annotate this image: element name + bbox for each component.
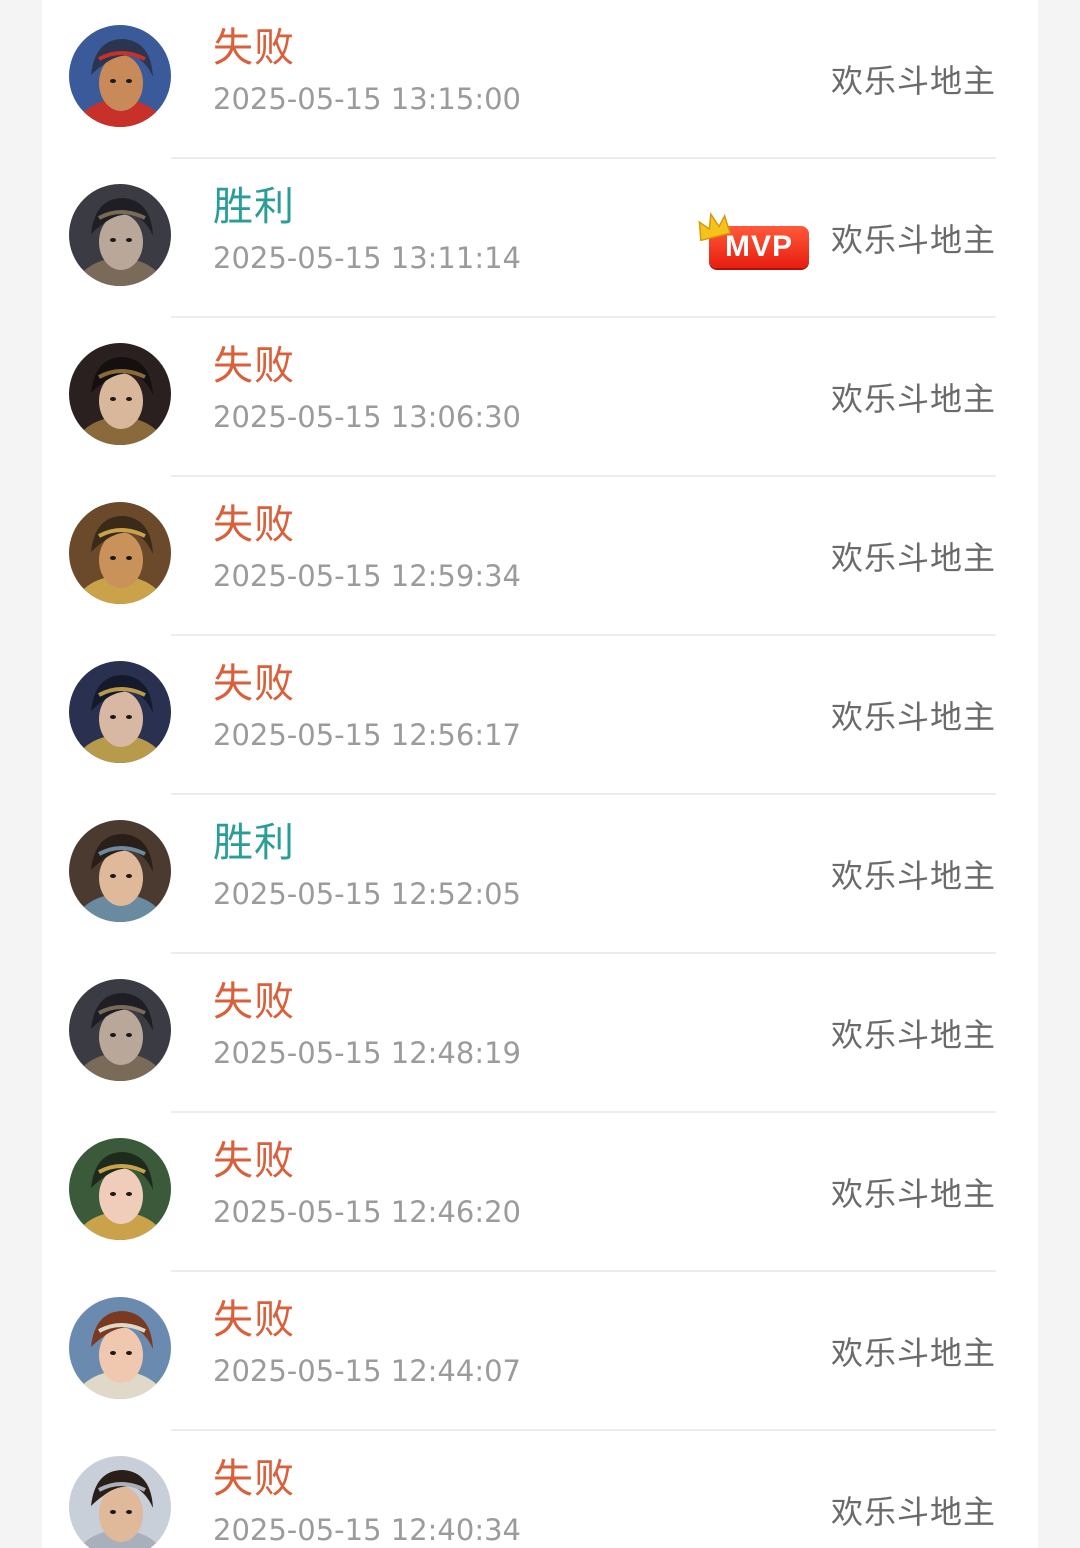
match-record-row[interactable]: 失败 2025-05-15 12:56:17 欢乐斗地主 — [42, 636, 1038, 795]
match-time: 2025-05-15 12:44:07 — [213, 1354, 521, 1388]
match-time: 2025-05-15 12:40:34 — [213, 1513, 521, 1547]
crowned-strategist-avatar — [69, 661, 171, 763]
game-mode-label: 欢乐斗地主 — [830, 1334, 996, 1372]
match-result: 胜利 — [213, 820, 295, 866]
match-result: 失败 — [213, 343, 295, 389]
match-record-row[interactable]: 失败 2025-05-15 13:15:00 欢乐斗地主 — [42, 0, 1038, 159]
green-robed-lady-avatar — [69, 1138, 171, 1240]
match-time: 2025-05-15 12:56:17 — [213, 718, 521, 752]
match-time: 2025-05-15 13:15:00 — [213, 82, 521, 116]
match-record-row[interactable]: 胜利 2025-05-15 13:11:14 MVP 欢乐斗地主 — [42, 159, 1038, 318]
match-record-row[interactable]: 失败 2025-05-15 12:46:20 欢乐斗地主 — [42, 1113, 1038, 1272]
match-result: 失败 — [213, 979, 295, 1025]
game-mode-label: 欢乐斗地主 — [830, 221, 996, 259]
long-hair-scholar-avatar — [69, 343, 171, 445]
auburn-hair-lady-avatar — [69, 1297, 171, 1399]
match-history-list: 失败 2025-05-15 13:15:00 欢乐斗地主 胜利 2025-05-15 1… — [42, 0, 1038, 1548]
warrior-red-headband-avatar — [69, 25, 171, 127]
game-mode-label: 欢乐斗地主 — [830, 1016, 996, 1054]
game-mode-label: 欢乐斗地主 — [830, 62, 996, 100]
match-record-row[interactable]: 失败 2025-05-15 12:59:34 欢乐斗地主 — [42, 477, 1038, 636]
match-time: 2025-05-15 12:59:34 — [213, 559, 521, 593]
match-result: 失败 — [213, 502, 295, 548]
match-result: 失败 — [213, 1297, 295, 1343]
game-mode-label: 欢乐斗地主 — [830, 539, 996, 577]
game-mode-label: 欢乐斗地主 — [830, 698, 996, 736]
game-mode-label: 欢乐斗地主 — [830, 1175, 996, 1213]
match-record-row[interactable]: 胜利 2025-05-15 12:52:05 欢乐斗地主 — [42, 795, 1038, 954]
match-time: 2025-05-15 12:52:05 — [213, 877, 521, 911]
dark-armored-general-avatar — [69, 184, 171, 286]
match-time: 2025-05-15 13:11:14 — [213, 241, 521, 275]
match-result: 失败 — [213, 1456, 295, 1502]
match-result: 失败 — [213, 661, 295, 707]
match-time: 2025-05-15 12:46:20 — [213, 1195, 521, 1229]
mvp-badge: MVP — [695, 211, 811, 271]
smiling-youth-avatar — [69, 820, 171, 922]
match-time: 2025-05-15 13:06:30 — [213, 400, 521, 434]
match-result: 失败 — [213, 1138, 295, 1184]
game-mode-label: 欢乐斗地主 — [830, 380, 996, 418]
match-record-row[interactable]: 失败 2025-05-15 12:48:19 欢乐斗地主 — [42, 954, 1038, 1113]
match-result: 胜利 — [213, 184, 295, 230]
match-record-row[interactable]: 失败 2025-05-15 12:40:34 欢乐斗地主 — [42, 1431, 1038, 1548]
mustached-lord-avatar — [69, 1456, 171, 1548]
match-record-row[interactable]: 失败 2025-05-15 13:06:30 欢乐斗地主 — [42, 318, 1038, 477]
match-time: 2025-05-15 12:48:19 — [213, 1036, 521, 1070]
dark-armored-general-avatar — [69, 979, 171, 1081]
match-record-row[interactable]: 失败 2025-05-15 12:44:07 欢乐斗地主 — [42, 1272, 1038, 1431]
game-mode-label: 欢乐斗地主 — [830, 857, 996, 895]
match-result: 失败 — [213, 25, 295, 71]
game-mode-label: 欢乐斗地主 — [830, 1493, 996, 1531]
crown-icon — [695, 211, 731, 242]
bearded-general-avatar — [69, 502, 171, 604]
